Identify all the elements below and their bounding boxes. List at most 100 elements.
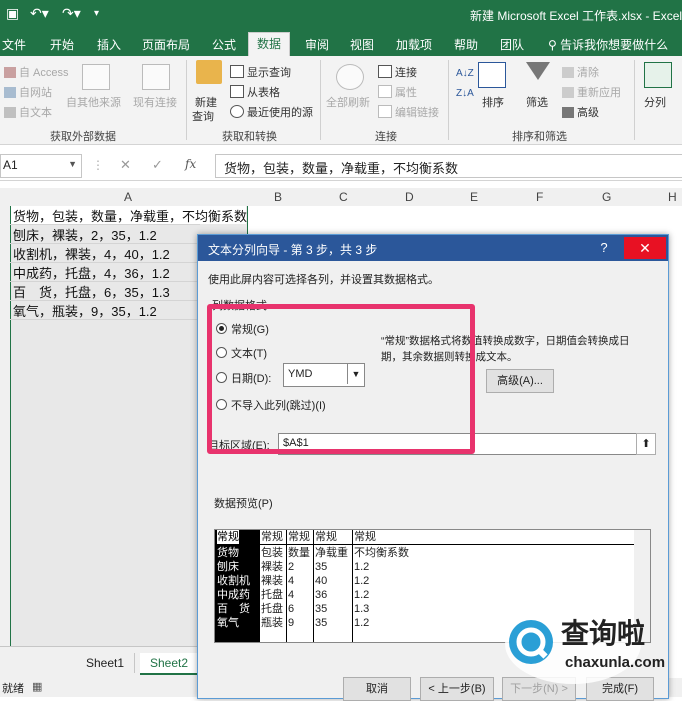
show-queries-label: 显示查询	[247, 67, 291, 79]
preview-cell: 1.3	[354, 603, 370, 615]
clear-filter-button[interactable]: 清除	[562, 64, 599, 80]
sheet-tab-sheet1[interactable]: Sheet1	[76, 653, 136, 673]
preview-cell: 刨床	[217, 561, 239, 573]
chevron-down-icon[interactable]: ▼	[68, 159, 77, 169]
help-button[interactable]: ?	[586, 237, 622, 259]
watermark: 查询啦 chaxunla.com	[503, 600, 675, 690]
new-query-label-2[interactable]: 查询	[192, 108, 214, 124]
column-header-a[interactable]: A	[124, 190, 132, 204]
tab-page-layout[interactable]: 页面布局	[142, 36, 190, 53]
tab-view[interactable]: 视图	[350, 36, 374, 53]
refresh-all-button[interactable]: 全部刷新	[326, 94, 370, 110]
web-icon	[4, 87, 16, 98]
tab-insert[interactable]: 插入	[97, 36, 121, 53]
sheet-tab-sheet2[interactable]: Sheet2	[140, 653, 199, 675]
connections-label: 连接	[395, 67, 417, 79]
dialog-title-bar[interactable]: 文本分列向导 - 第 3 步，共 3 步 ? ✕	[198, 235, 668, 261]
cell-a5[interactable]: 百 货，托盘，6，35，1.3	[13, 282, 170, 301]
collapse-dialog-icon[interactable]: ⬆	[636, 433, 656, 455]
column-header-g[interactable]: G	[602, 190, 611, 204]
advanced-filter-button[interactable]: 高级	[562, 104, 599, 120]
properties-label: 属性	[395, 87, 417, 99]
tab-add-ins[interactable]: 加载项	[396, 36, 432, 53]
tell-me-label: 告诉我你想要做什么	[560, 38, 669, 52]
sheet-tab-bar: Sheet1 Sheet2	[0, 646, 200, 679]
existing-connections-icon	[142, 64, 170, 90]
preview-cell: 数量	[288, 547, 310, 559]
column-header-d[interactable]: D	[405, 190, 414, 204]
group-connections: 连接	[375, 131, 397, 143]
connections-button[interactable]: 连接	[378, 64, 417, 80]
preview-cell: 中成药	[217, 589, 250, 601]
back-button[interactable]: < 上一步(B)	[420, 677, 494, 701]
preview-cell: 货物	[217, 547, 239, 559]
edit-links-button[interactable]: 编辑链接	[378, 104, 439, 120]
watermark-name: 查询啦	[561, 618, 646, 649]
redo-icon[interactable]: ↷▾	[62, 5, 81, 22]
group-get-transform: 获取和转换	[222, 131, 277, 143]
cell-a4[interactable]: 中成药，托盘，4，36，1.2	[13, 263, 170, 282]
text-file-icon	[4, 107, 16, 118]
cell-a2[interactable]: 刨床，裸装，2，35，1.2	[13, 225, 157, 244]
recent-sources-button[interactable]: 最近使用的源	[230, 104, 313, 120]
undo-icon[interactable]: ↶▾	[30, 5, 49, 22]
column-header-h[interactable]: H	[668, 190, 677, 204]
existing-connections-button[interactable]: 现有连接	[133, 94, 177, 110]
cell-a1[interactable]: 货物，包装，数量，净载重，不均衡系数	[13, 206, 247, 225]
access-icon	[4, 67, 16, 78]
macro-record-icon[interactable]: ▦	[32, 680, 42, 693]
formula-input[interactable]: 货物，包装，数量，净载重，不均衡系数	[215, 154, 682, 178]
from-access-button[interactable]: 自 Access	[4, 64, 69, 80]
confirm-entry-icon[interactable]: ✓	[152, 157, 163, 173]
sort-button[interactable]: 排序	[482, 94, 504, 110]
from-web-button[interactable]: 自网站	[4, 84, 52, 100]
preview-cell: 包装	[261, 547, 283, 559]
filter-button[interactable]: 筛选	[526, 94, 548, 110]
tab-data[interactable]: 数据	[248, 32, 291, 57]
preview-cell: 35	[315, 561, 328, 573]
preview-cell: 托盘	[261, 589, 283, 601]
sort-za-icon[interactable]: Z↓A	[456, 88, 474, 99]
sort-az-icon[interactable]: A↓Z	[456, 68, 474, 79]
cell-a3[interactable]: 收割机，裸装，4，40，1.2	[13, 244, 170, 263]
cell-a6[interactable]: 氧气，瓶装，9，35，1.2	[13, 301, 157, 320]
tab-file[interactable]: 文件	[2, 36, 26, 53]
customize-toolbar-icon[interactable]: ▾	[94, 8, 99, 19]
advanced-button[interactable]: 高级(A)...	[486, 369, 554, 393]
tell-me-search[interactable]: ⚲ 告诉我你想要做什么	[548, 36, 668, 53]
from-table-button[interactable]: 从表格	[230, 84, 280, 100]
reapply-button[interactable]: 重新应用	[562, 84, 621, 100]
preview-cell: 4	[288, 575, 295, 587]
properties-button[interactable]: 属性	[378, 84, 417, 100]
name-box[interactable]: A1 ▼	[0, 154, 82, 178]
ribbon-divider	[634, 60, 635, 140]
preview-header-cell: 常规	[315, 531, 337, 543]
tab-home[interactable]: 开始	[50, 36, 74, 53]
cancel-button[interactable]: 取消	[343, 677, 411, 701]
column-header-f[interactable]: F	[536, 190, 543, 204]
tab-formulas[interactable]: 公式	[212, 36, 236, 53]
column-header-e[interactable]: E	[470, 190, 478, 204]
close-button[interactable]: ✕	[624, 237, 666, 259]
cancel-entry-icon[interactable]: ✕	[120, 157, 131, 173]
preview-cell: 收割机	[217, 575, 250, 587]
dialog-description: 使用此屏内容可选择各列，并设置其数据格式。	[208, 274, 439, 286]
column-header-c[interactable]: C	[339, 190, 348, 204]
column-header-b[interactable]: B	[274, 190, 282, 204]
insert-function-icon[interactable]: fx	[185, 157, 196, 171]
tab-review[interactable]: 审阅	[305, 36, 329, 53]
from-text-button[interactable]: 自文本	[4, 104, 52, 120]
show-queries-button[interactable]: 显示查询	[230, 64, 291, 80]
preview-cell: 36	[315, 589, 328, 601]
tab-team[interactable]: 团队	[500, 36, 524, 53]
group-sort-filter: 排序和筛选	[512, 131, 567, 143]
preview-cell: 裸装	[261, 575, 283, 587]
tab-help[interactable]: 帮助	[454, 36, 478, 53]
save-icon[interactable]: ▣	[6, 5, 19, 22]
other-sources-button[interactable]: 自其他来源	[66, 94, 121, 110]
preview-cell: 百 货	[217, 603, 250, 615]
text-to-columns-button[interactable]: 分列	[644, 94, 666, 110]
preview-header-cell: 常规	[217, 530, 239, 544]
preview-cell: 6	[288, 603, 295, 615]
ribbon-divider	[186, 60, 187, 140]
